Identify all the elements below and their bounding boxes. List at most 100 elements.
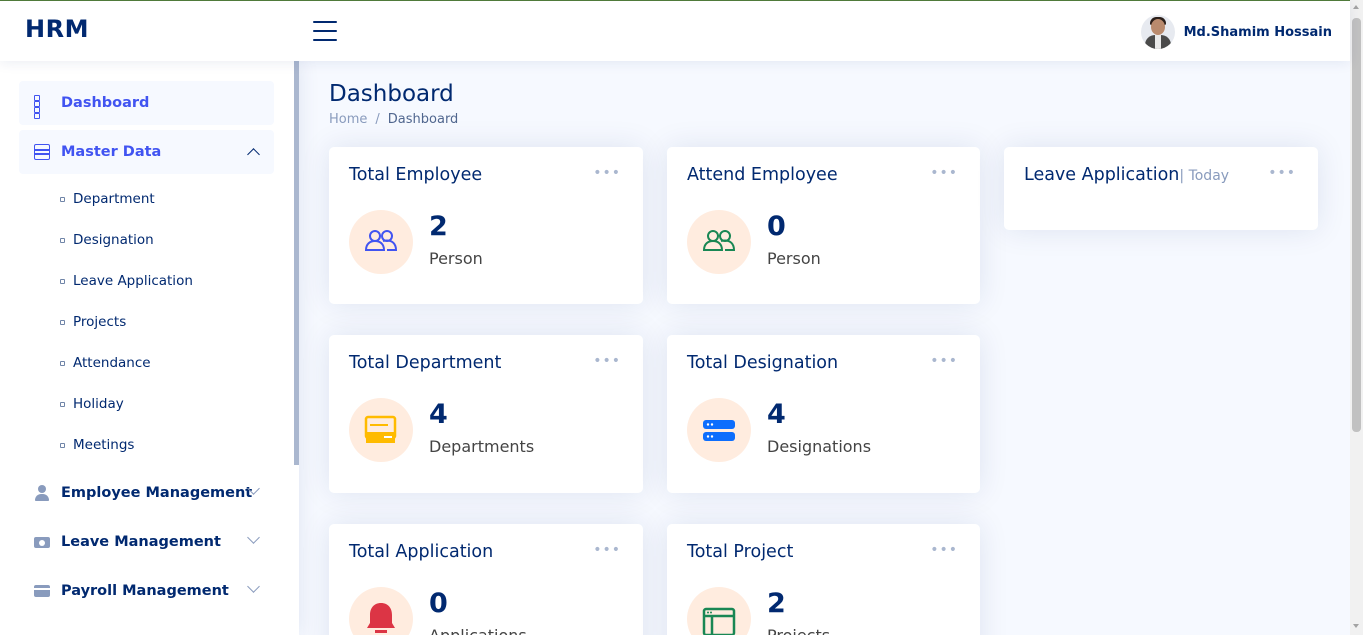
circle-icon — [60, 401, 65, 407]
scrollbar-thumb[interactable] — [1352, 18, 1361, 432]
scroll-down-arrow-icon[interactable] — [1353, 624, 1359, 628]
more-options-icon[interactable]: ••• — [930, 353, 958, 369]
card-title: Total Application — [349, 542, 494, 562]
sidebar-subitem-attendance[interactable]: Attendance — [60, 355, 151, 371]
more-options-icon[interactable]: ••• — [593, 542, 621, 558]
card-title: Total Employee — [349, 165, 483, 185]
circle-icon — [60, 319, 65, 325]
breadcrumb-current: Dashboard — [387, 112, 459, 127]
more-options-icon[interactable]: ••• — [593, 353, 621, 369]
wallet-icon — [34, 583, 50, 599]
app-logo[interactable]: HRM — [25, 15, 89, 43]
page-scrollbar[interactable] — [1350, 0, 1363, 635]
more-options-icon[interactable]: ••• — [930, 165, 958, 181]
card-title: Total Designation — [687, 353, 839, 373]
sidebar-subitem-label: Projects — [73, 314, 127, 330]
sidebar-item-employee-management[interactable]: Employee Management — [19, 471, 274, 515]
sidebar-item-master-data[interactable]: Master Data — [19, 130, 274, 174]
card-subtitle: | Today — [1179, 168, 1230, 184]
circle-icon — [60, 278, 65, 284]
breadcrumb-home[interactable]: Home — [329, 112, 367, 127]
hdd-stack-icon — [703, 420, 735, 441]
card-icon-circle — [349, 210, 413, 274]
card-icon-circle — [687, 587, 751, 635]
sidebar-subitem-label: Designation — [73, 232, 154, 248]
card-unit: Projects — [767, 626, 830, 635]
circle-icon — [60, 237, 65, 243]
profile-name[interactable]: Md.Shamim Hossain — [1184, 25, 1332, 40]
card-title: Total Department — [349, 353, 502, 373]
sidebar-subitem-label: Department — [73, 191, 155, 207]
card-icon-circle — [687, 210, 751, 274]
card-title: Total Project — [687, 542, 794, 562]
chevron-down-icon — [247, 531, 260, 544]
card-icon-circle — [349, 587, 413, 635]
sidebar-subitem-holiday[interactable]: Holiday — [60, 396, 124, 412]
sidebar-item-dashboard[interactable]: Dashboard — [19, 81, 274, 125]
card-value: 4 — [767, 399, 786, 430]
circle-icon — [60, 196, 65, 202]
card-title-text: Leave Application — [1024, 165, 1180, 185]
card-value: 0 — [429, 588, 448, 619]
header: HRM Md.Shamim Hossain — [0, 0, 1350, 61]
sidebar-subitem-label: Leave Application — [73, 273, 193, 289]
card-title: Attend Employee — [687, 165, 838, 185]
total-department-card: Total Department ••• 4 Departments — [329, 335, 643, 493]
sidebar-subitem-label: Meetings — [73, 437, 135, 453]
more-options-icon[interactable]: ••• — [593, 165, 621, 181]
camera-icon — [34, 534, 50, 550]
card-unit: Applications — [429, 626, 527, 635]
card-unit: Person — [429, 249, 483, 268]
card-unit: Person — [767, 249, 821, 268]
circle-icon — [60, 360, 65, 366]
chevron-down-icon — [247, 580, 260, 593]
breadcrumb-separator: / — [375, 112, 380, 127]
profile-dropdown[interactable]: Md.Shamim Hossain — [1140, 15, 1332, 49]
person-icon — [34, 485, 50, 501]
toggle-sidebar-icon[interactable] — [313, 21, 337, 43]
more-options-icon[interactable]: ••• — [1268, 165, 1296, 181]
leave-application-card: Leave Application| Today ••• — [1004, 147, 1318, 230]
layout-text-window-icon — [34, 144, 50, 160]
sidebar-item-label: Leave Management — [61, 534, 221, 550]
card-title: Leave Application| Today — [1024, 165, 1229, 185]
sidebar-item-leave-management[interactable]: Leave Management — [19, 520, 274, 564]
page-title: Dashboard — [329, 81, 454, 107]
people-icon — [364, 230, 398, 251]
total-project-card: Total Project ••• 2 Projects — [667, 524, 980, 635]
sidebar-subitem-leave-application[interactable]: Leave Application — [60, 273, 193, 289]
sidebar-item-label: Employee Management — [61, 485, 253, 501]
sidebar-item-label: Payroll Management — [61, 583, 229, 599]
chevron-up-icon — [247, 148, 260, 161]
sidebar-subitem-projects[interactable]: Projects — [60, 314, 126, 330]
sidebar-subitem-meetings[interactable]: Meetings — [60, 437, 134, 453]
card-value: 4 — [429, 399, 448, 430]
card-value: 2 — [429, 211, 448, 242]
sidebar-item-label: Master Data — [61, 144, 162, 160]
sidebar-subitem-designation[interactable]: Designation — [60, 232, 154, 248]
sidebar: Dashboard Master Data Department Designa… — [0, 61, 299, 635]
window-icon — [702, 607, 736, 635]
card-value: 0 — [767, 211, 786, 242]
sidebar-scrollbar[interactable] — [294, 61, 299, 465]
bell-icon — [367, 603, 395, 633]
avatar[interactable] — [1140, 15, 1175, 49]
circle-icon — [60, 442, 65, 448]
sidebar-item-label: Dashboard — [61, 95, 150, 111]
total-employee-card: Total Employee ••• 2 Person — [329, 147, 643, 304]
sidebar-subitem-label: Holiday — [73, 396, 124, 412]
total-application-card: Total Application ••• 0 Applications — [329, 524, 643, 635]
grid-icon — [34, 95, 50, 119]
scroll-up-arrow-icon[interactable] — [1353, 5, 1359, 9]
attend-employee-card: Attend Employee ••• 0 Person — [667, 147, 980, 304]
more-options-icon[interactable]: ••• — [930, 542, 958, 558]
total-designation-card: Total Designation ••• 4 Designations — [667, 335, 980, 493]
sidebar-subitem-department[interactable]: Department — [60, 191, 155, 207]
sidebar-subitem-label: Attendance — [73, 355, 151, 371]
card-icon-circle — [687, 398, 751, 462]
pc-display-icon — [364, 415, 397, 443]
card-unit: Designations — [767, 437, 872, 456]
sidebar-item-payroll-management[interactable]: Payroll Management — [19, 569, 274, 613]
card-value: 2 — [767, 588, 786, 619]
card-icon-circle — [349, 398, 413, 462]
